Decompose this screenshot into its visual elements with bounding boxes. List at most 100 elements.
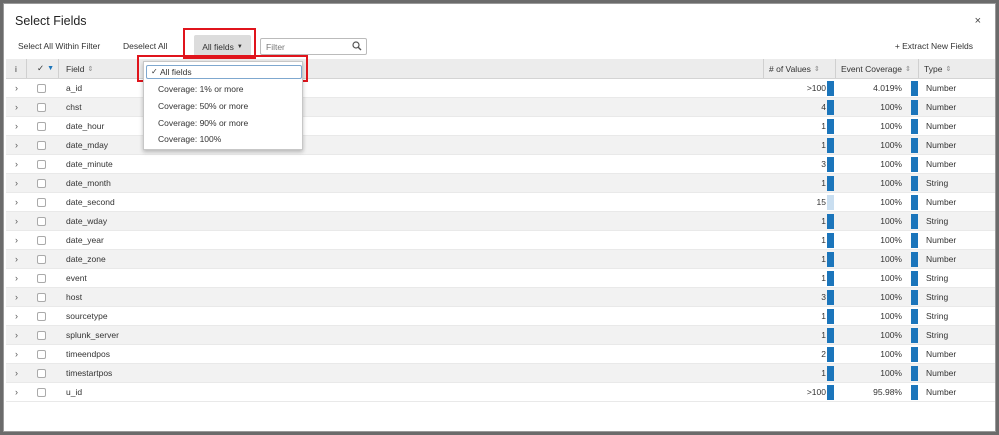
coverage-bar — [911, 347, 918, 362]
field-name: sourcetype — [66, 311, 108, 321]
table-row[interactable]: › host 3 100% String — [6, 288, 995, 307]
values-bar — [827, 214, 834, 229]
dropdown-item-coverage-90[interactable]: Coverage: 90% or more — [158, 118, 248, 128]
extract-new-fields-link[interactable]: + Extract New Fields — [895, 41, 973, 51]
expand-chevron-icon[interactable]: › — [15, 98, 18, 116]
num-values: 4 — [821, 102, 826, 112]
table-row[interactable]: › date_second 15 100% Number — [6, 193, 995, 212]
table-row[interactable]: › date_zone 1 100% Number — [6, 250, 995, 269]
row-checkbox[interactable] — [37, 174, 46, 192]
expand-chevron-icon[interactable]: › — [15, 212, 18, 230]
coverage-bar — [911, 233, 918, 248]
row-checkbox[interactable] — [37, 326, 46, 344]
event-coverage: 100% — [880, 197, 902, 207]
type-header[interactable]: Type ⇕ — [924, 59, 951, 78]
row-checkbox[interactable] — [37, 269, 46, 287]
num-values: 1 — [821, 178, 826, 188]
expand-chevron-icon[interactable]: › — [15, 364, 18, 382]
filter-input[interactable] — [261, 39, 347, 54]
field-type: Number — [926, 83, 957, 93]
field-type: Number — [926, 235, 957, 245]
coverage-bar — [911, 252, 918, 267]
row-checkbox[interactable] — [37, 193, 46, 211]
values-bar — [827, 290, 834, 305]
values-bar — [827, 309, 834, 324]
row-checkbox[interactable] — [37, 383, 46, 401]
field-name: host — [66, 292, 83, 302]
info-header: i — [15, 63, 17, 74]
num-values: >100 — [806, 387, 826, 397]
check-header[interactable]: ✓ ▼ — [37, 59, 54, 78]
row-checkbox[interactable] — [37, 364, 46, 382]
expand-chevron-icon[interactable]: › — [15, 79, 18, 97]
deselect-all-button[interactable]: Deselect All — [123, 41, 167, 51]
row-checkbox[interactable] — [37, 136, 46, 154]
table-row[interactable]: › sourcetype 1 100% String — [6, 307, 995, 326]
all-fields-dropdown-menu: ✓ All fields Coverage: 1% or more Covera… — [143, 61, 303, 150]
row-checkbox[interactable] — [37, 307, 46, 325]
expand-chevron-icon[interactable]: › — [15, 307, 18, 325]
coverage-bar — [911, 271, 918, 286]
row-checkbox[interactable] — [37, 250, 46, 268]
row-checkbox[interactable] — [37, 288, 46, 306]
table-row[interactable]: › u_id >100 95.98% Number — [6, 383, 995, 402]
expand-chevron-icon[interactable]: › — [15, 288, 18, 306]
table-row[interactable]: › date_wday 1 100% String — [6, 212, 995, 231]
field-header[interactable]: Field ⇕ — [66, 59, 93, 78]
search-icon[interactable] — [352, 41, 362, 51]
expand-chevron-icon[interactable]: › — [15, 155, 18, 173]
event-coverage-header[interactable]: Event Coverage ⇕ — [841, 59, 911, 78]
table-row[interactable]: › timeendpos 2 100% Number — [6, 345, 995, 364]
row-checkbox[interactable] — [37, 155, 46, 173]
field-type: String — [926, 178, 949, 188]
row-checkbox[interactable] — [37, 117, 46, 135]
table-row[interactable]: › date_year 1 100% Number — [6, 231, 995, 250]
field-name: date_hour — [66, 121, 105, 131]
num-values: >100 — [806, 83, 826, 93]
table-row[interactable]: › timestartpos 1 100% Number — [6, 364, 995, 383]
row-checkbox[interactable] — [37, 231, 46, 249]
expand-chevron-icon[interactable]: › — [15, 383, 18, 401]
event-coverage: 100% — [880, 311, 902, 321]
caret-down-icon: ▼ — [47, 65, 55, 72]
row-checkbox[interactable] — [37, 212, 46, 230]
caret-down-icon: ▼ — [236, 43, 243, 50]
num-values-header[interactable]: # of Values ⇕ — [769, 59, 820, 78]
event-coverage: 100% — [880, 102, 902, 112]
field-type: Number — [926, 368, 957, 378]
field-name: a_id — [66, 83, 83, 93]
sort-icon: ⇕ — [945, 65, 952, 73]
expand-chevron-icon[interactable]: › — [15, 193, 18, 211]
values-bar — [827, 157, 834, 172]
event-coverage: 100% — [880, 178, 902, 188]
expand-chevron-icon[interactable]: › — [15, 269, 18, 287]
select-fields-modal: Select Fields × Select All Within Filter… — [3, 3, 996, 432]
all-fields-dropdown-button[interactable]: All fields ▼ — [194, 35, 251, 58]
expand-chevron-icon[interactable]: › — [15, 231, 18, 249]
field-name: chst — [66, 102, 82, 112]
row-checkbox[interactable] — [37, 98, 46, 116]
event-coverage: 100% — [880, 292, 902, 302]
row-checkbox[interactable] — [37, 345, 46, 363]
dropdown-item-coverage-50[interactable]: Coverage: 50% or more — [158, 101, 248, 111]
coverage-bar — [911, 119, 918, 134]
table-row[interactable]: › date_minute 3 100% Number — [6, 155, 995, 174]
table-row[interactable]: › date_month 1 100% String — [6, 174, 995, 193]
coverage-bar — [911, 138, 918, 153]
expand-chevron-icon[interactable]: › — [15, 174, 18, 192]
close-icon[interactable]: × — [975, 15, 981, 27]
dropdown-item-coverage-1[interactable]: Coverage: 1% or more — [158, 84, 244, 94]
select-all-within-filter-button[interactable]: Select All Within Filter — [18, 41, 100, 51]
expand-chevron-icon[interactable]: › — [15, 117, 18, 135]
dropdown-item-coverage-100[interactable]: Coverage: 100% — [158, 134, 221, 144]
expand-chevron-icon[interactable]: › — [15, 250, 18, 268]
table-row[interactable]: › event 1 100% String — [6, 269, 995, 288]
dropdown-item-all-fields[interactable]: ✓ All fields — [146, 65, 302, 79]
sort-icon: ⇕ — [87, 65, 94, 73]
expand-chevron-icon[interactable]: › — [15, 136, 18, 154]
num-values: 3 — [821, 159, 826, 169]
expand-chevron-icon[interactable]: › — [15, 345, 18, 363]
row-checkbox[interactable] — [37, 79, 46, 97]
table-row[interactable]: › splunk_server 1 100% String — [6, 326, 995, 345]
expand-chevron-icon[interactable]: › — [15, 326, 18, 344]
